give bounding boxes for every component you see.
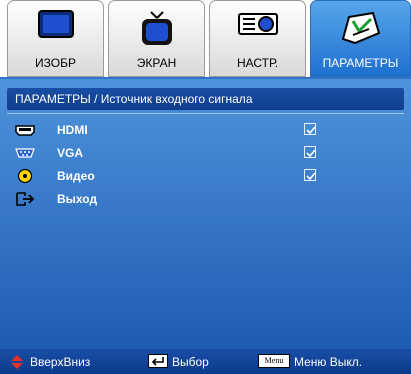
hint-text: Выбор: [172, 355, 209, 369]
video-checkbox[interactable]: [304, 169, 316, 181]
breadcrumb: ПАРАМЕТРЫ / Источник входного сигнала: [7, 88, 404, 110]
divider: [7, 113, 404, 114]
projector-icon: [237, 13, 278, 35]
hint-text: ВверхВниз: [30, 355, 91, 369]
tab-label: ЭКРАН: [136, 56, 177, 70]
tab-label: ПАРАМЕТРЫ: [322, 56, 399, 70]
breadcrumb-text: ПАРАМЕТРЫ / Источник входного сигнала: [15, 92, 253, 106]
vga-icon: [15, 148, 35, 158]
checkmark-icon: [306, 172, 316, 181]
hint-bar: ВверхВниз Выбор Menu Меню Выкл.: [0, 349, 411, 374]
tab-screen[interactable]: ЭКРАН: [108, 0, 205, 77]
menu-item-exit[interactable]: Выход: [14, 190, 324, 210]
item-label: Видео: [57, 169, 95, 183]
tab-label: НАСТР.: [236, 56, 279, 70]
input-source-item-vga[interactable]: VGA: [14, 144, 324, 164]
osd-menu: ИЗОБР ЭКРАН НАСТР. ПАРАМЕТРЫ ПАРАМЕТРЫ /…: [0, 0, 411, 374]
menu-key-text: Menu: [264, 356, 284, 365]
input-source-item-video[interactable]: Видео: [14, 167, 324, 187]
options-icon: [341, 11, 380, 45]
hint-menu-off: Menu Меню Выкл.: [258, 354, 408, 370]
hint-text: Меню Выкл.: [294, 355, 363, 369]
enter-key-icon: [148, 354, 168, 368]
tab-settings[interactable]: НАСТР.: [209, 0, 306, 77]
video-icon: [17, 168, 33, 184]
hint-select: Выбор: [148, 354, 248, 370]
hdmi-checkbox[interactable]: [304, 123, 316, 135]
hdmi-icon: [15, 125, 35, 136]
tab-label: ИЗОБР: [35, 56, 76, 70]
hint-navigate: ВверхВниз: [10, 354, 120, 370]
item-label: HDMI: [57, 123, 88, 137]
tab-options[interactable]: ПАРАМЕТРЫ: [310, 0, 411, 77]
vga-checkbox[interactable]: [304, 146, 316, 158]
tv-icon: [141, 11, 172, 45]
options-panel: ПАРАМЕТРЫ / Источник входного сигнала HD…: [0, 77, 411, 349]
item-label: VGA: [57, 146, 84, 160]
monitor-icon: [37, 10, 74, 38]
item-label: Выход: [57, 192, 98, 206]
up-down-arrows-icon: [11, 355, 23, 369]
input-source-item-hdmi[interactable]: HDMI: [14, 121, 324, 141]
exit-icon: [16, 192, 35, 206]
checkmark-icon: [306, 149, 316, 158]
tab-strip: ИЗОБР ЭКРАН НАСТР. ПАРАМЕТРЫ: [0, 0, 411, 77]
menu-key-icon: Menu: [258, 354, 290, 368]
tab-image[interactable]: ИЗОБР: [7, 0, 104, 77]
checkmark-icon: [306, 126, 316, 135]
